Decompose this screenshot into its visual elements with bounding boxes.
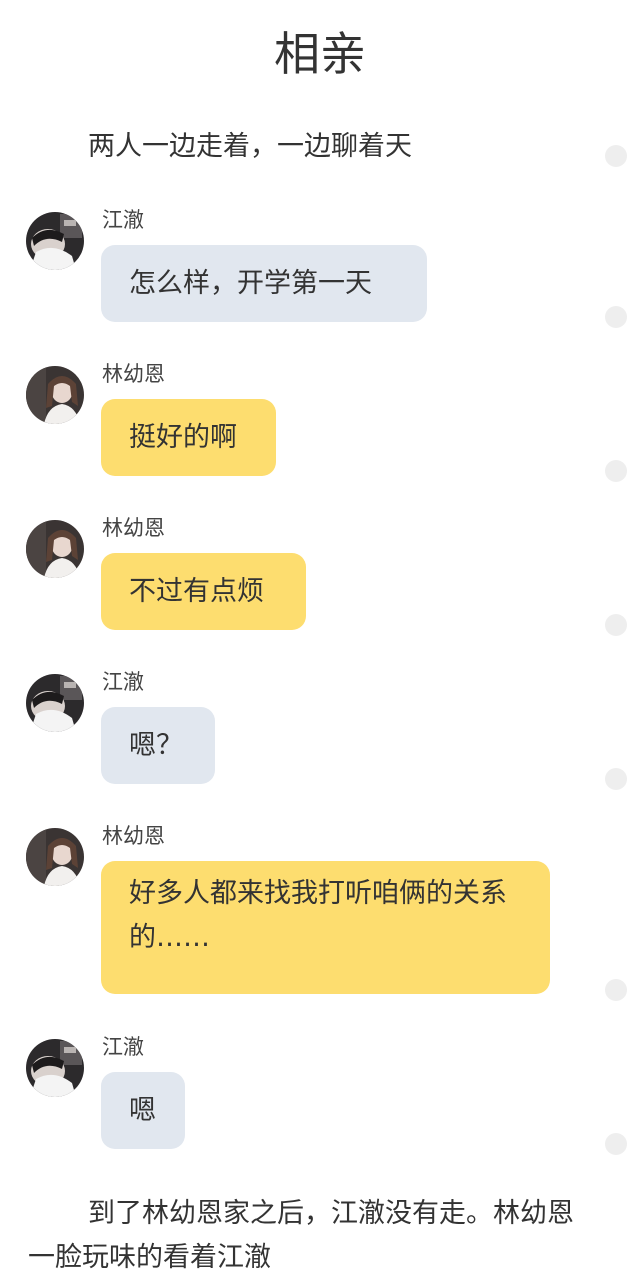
story-page: 相亲 两人一边走着，一边聊着天 江澈 怎么样，开学第一天 林幼恩 挺好的啊 林幼… [0,0,640,1280]
sender-name: 林幼恩 [102,824,165,848]
page-title: 相亲 [274,27,366,81]
sender-name: 江澈 [102,1035,144,1059]
side-dot-icon[interactable] [605,1133,627,1155]
avatar-jiangche[interactable] [26,212,84,270]
chat-bubble: 不过有点烦 [101,553,306,630]
side-dot-icon[interactable] [605,306,627,328]
side-dot-icon[interactable] [605,979,627,1001]
sender-name: 江澈 [102,208,144,232]
sender-name: 林幼恩 [102,516,165,540]
avatar-jiangche[interactable] [26,674,84,732]
chat-bubble: 好多人都来找我打听咱俩的关系的…… [101,861,550,994]
narration-paragraph: 到了林幼恩家之后，江澈没有走。林幼恩一脸玩味的看着江澈 [28,1198,574,1273]
narration-paragraph: 两人一边走着，一边聊着天 [88,131,412,162]
side-dot-icon[interactable] [605,145,627,167]
side-dot-icon[interactable] [605,614,627,636]
sender-name: 林幼恩 [102,362,165,386]
avatar-jiangche[interactable] [26,1039,84,1097]
chat-bubble: 嗯？ [101,707,215,784]
avatar-linyouen[interactable] [26,828,84,886]
sender-name: 江澈 [102,670,144,694]
chat-bubble: 嗯 [101,1072,185,1149]
chat-bubble: 挺好的啊 [101,399,276,476]
side-dot-icon[interactable] [605,460,627,482]
side-dot-icon[interactable] [605,768,627,790]
chat-bubble: 怎么样，开学第一天 [101,245,427,322]
avatar-linyouen[interactable] [26,520,84,578]
avatar-linyouen[interactable] [26,366,84,424]
